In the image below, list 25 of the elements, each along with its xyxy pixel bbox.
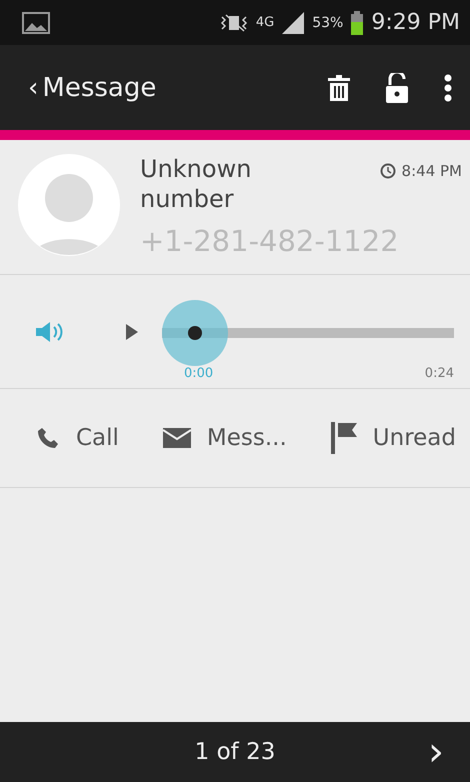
elapsed-time: 0:00 bbox=[184, 366, 214, 381]
clock-icon bbox=[380, 163, 396, 179]
action-button[interactable]: Unread bbox=[330, 422, 456, 454]
menu-icon[interactable] bbox=[444, 74, 452, 102]
flag-icon bbox=[330, 422, 357, 454]
back-button[interactable]: ‹Message bbox=[28, 72, 156, 102]
page-counter: 1 of 23 bbox=[194, 739, 276, 765]
envelope-icon bbox=[162, 428, 191, 448]
battery-icon bbox=[351, 10, 364, 34]
battery-percent: 53% bbox=[312, 14, 344, 30]
network-type: 4G bbox=[256, 15, 274, 30]
action-button[interactable]: Call bbox=[36, 425, 119, 451]
sender-name: Unknown number bbox=[140, 154, 252, 214]
clock-time: 9:29 PM bbox=[371, 10, 460, 35]
action-button[interactable]: Mess... bbox=[162, 425, 287, 451]
signal-icon bbox=[282, 12, 304, 34]
next-button[interactable]: › bbox=[428, 732, 444, 772]
lock-icon[interactable] bbox=[386, 72, 408, 102]
phone-icon bbox=[36, 426, 60, 450]
duration-time: 0:24 bbox=[424, 366, 454, 381]
image-icon bbox=[22, 12, 50, 34]
message-time: 8:44 PM bbox=[380, 162, 462, 180]
mute-vibrate-icon bbox=[220, 14, 248, 32]
delete-icon[interactable] bbox=[328, 74, 350, 100]
play-icon[interactable] bbox=[126, 324, 138, 340]
